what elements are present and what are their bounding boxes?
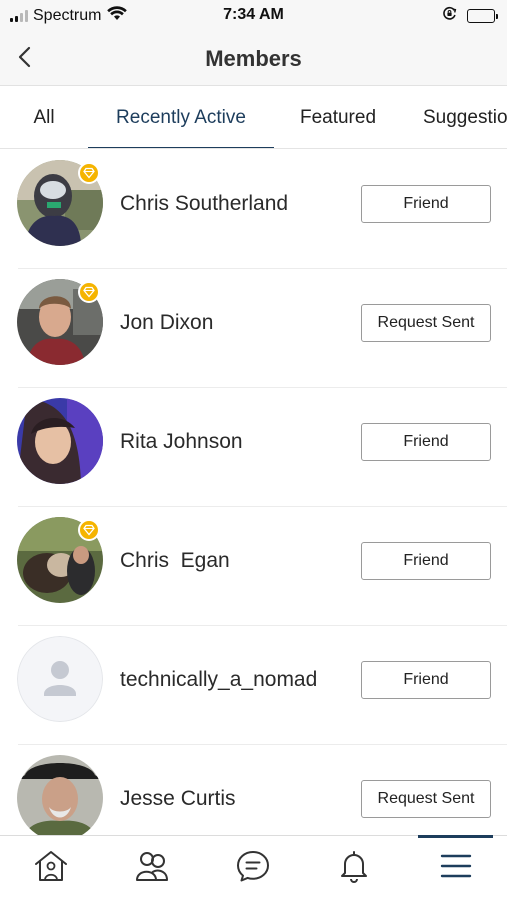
nav-groups[interactable]: [101, 836, 202, 900]
featured-badge-icon: [78, 281, 100, 303]
nav-notifications[interactable]: [303, 836, 404, 900]
featured-badge-icon: [78, 162, 100, 184]
friend-button[interactable]: Friend: [361, 423, 491, 461]
orientation-lock-icon: [442, 6, 457, 26]
notifications-icon: [336, 849, 372, 888]
nav-messages[interactable]: [202, 836, 303, 900]
nav-menu[interactable]: [404, 835, 507, 900]
page-title: Members: [205, 46, 302, 71]
status-right: [442, 6, 498, 26]
friend-button[interactable]: Friend: [361, 661, 491, 699]
avatar[interactable]: [17, 398, 103, 484]
request-sent-button[interactable]: Request Sent: [361, 780, 491, 818]
status-bar: Spectrum 7:34 AM: [0, 0, 507, 32]
member-name[interactable]: Rita Johnson: [120, 388, 243, 496]
tab-recently-active[interactable]: Recently Active: [88, 87, 274, 148]
bottom-nav: [0, 835, 507, 900]
member-name[interactable]: Jon Dixon: [120, 269, 213, 377]
featured-badge-icon: [78, 519, 100, 541]
tab-all[interactable]: All: [0, 87, 88, 148]
status-time: 7:34 AM: [223, 6, 284, 23]
list-item[interactable]: Chris Egan Friend: [0, 507, 507, 626]
avatar[interactable]: [17, 755, 103, 835]
header: Members: [0, 32, 507, 86]
home-icon: [33, 849, 69, 888]
member-list: Chris Southerland Friend Jon Dixon Reque…: [0, 150, 507, 835]
avatar[interactable]: [17, 636, 103, 722]
list-item[interactable]: Chris Southerland Friend: [0, 150, 507, 269]
groups-icon: [134, 849, 170, 888]
list-item[interactable]: Rita Johnson Friend: [0, 388, 507, 507]
nav-home[interactable]: [0, 836, 101, 900]
list-item[interactable]: Jesse Curtis Request Sent: [0, 745, 507, 835]
tab-featured[interactable]: Featured: [274, 87, 402, 148]
battery-icon: [467, 9, 498, 23]
list-item[interactable]: Jon Dixon Request Sent: [0, 269, 507, 388]
member-name[interactable]: technically_a_nomad: [120, 626, 317, 734]
member-name[interactable]: Chris Egan: [120, 507, 230, 615]
friend-button[interactable]: Friend: [361, 542, 491, 580]
filter-tabs: All Recently Active Featured Suggestions: [0, 87, 507, 149]
friend-button[interactable]: Friend: [361, 185, 491, 223]
messages-icon: [235, 849, 271, 888]
member-name[interactable]: Jesse Curtis: [120, 745, 236, 835]
member-name[interactable]: Chris Southerland: [120, 150, 288, 258]
tab-suggestions[interactable]: Suggestions: [402, 87, 507, 148]
request-sent-button[interactable]: Request Sent: [361, 304, 491, 342]
menu-icon: [439, 852, 473, 885]
list-item[interactable]: technically_a_nomad Friend: [0, 626, 507, 745]
